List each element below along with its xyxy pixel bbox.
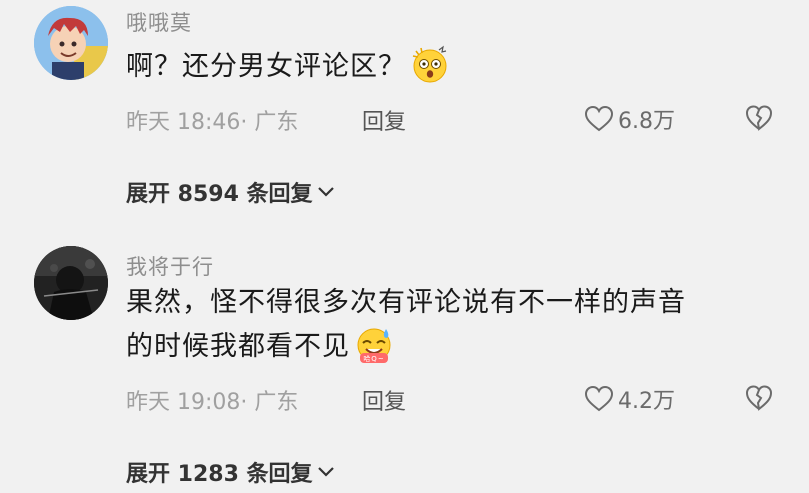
- heart-icon: [584, 105, 614, 132]
- sweat-smile-emoji-icon: 哈Q~: [354, 325, 394, 365]
- comment-text-content: 啊？还分男女评论区？: [126, 51, 406, 82]
- broken-heart-icon: [745, 385, 773, 411]
- dislike-button[interactable]: [745, 105, 773, 135]
- comment-text-line: 的时候我都看不见 哈Q~: [126, 325, 686, 369]
- avatar[interactable]: [34, 6, 108, 80]
- reply-button[interactable]: 回复: [362, 104, 406, 136]
- comment-item: 我将于行 果然，怪不得很多次有评论说有不一样的声音 的时候我都看不见 哈Q~ 昨…: [0, 240, 809, 493]
- dark-figure-avatar-icon: [34, 246, 108, 320]
- username[interactable]: 哦哦莫: [126, 7, 192, 37]
- emoji-badge-text: 哈Q~: [363, 354, 384, 363]
- reply-button[interactable]: 回复: [362, 384, 406, 416]
- time-location: 昨天 19:08· 广东: [126, 390, 299, 415]
- like-button[interactable]: 4.2万: [584, 383, 675, 415]
- avatar[interactable]: [34, 246, 108, 320]
- comment-text-line: 果然，怪不得很多次有评论说有不一样的声音: [126, 287, 686, 318]
- comment-item: 哦哦莫 啊？还分男女评论区？ 昨天 18:46· 广东 回复 6.8万 展开 8…: [0, 0, 809, 240]
- comment-text: 果然，怪不得很多次有评论说有不一样的声音 的时候我都看不见 哈Q~: [126, 281, 686, 369]
- dislike-button[interactable]: [745, 385, 773, 415]
- time-location: 昨天 18:46· 广东: [126, 110, 299, 135]
- like-button[interactable]: 6.8万: [584, 103, 675, 135]
- expand-replies-label: 展开 1283 条回复: [126, 462, 313, 487]
- like-count: 4.2万: [618, 389, 675, 414]
- chevron-down-icon: [317, 187, 334, 197]
- shocked-face-emoji-icon: [410, 45, 450, 85]
- expand-replies-button[interactable]: 展开 8594 条回复: [126, 176, 335, 208]
- anime-character-avatar-icon: [34, 6, 108, 80]
- chevron-down-icon: [317, 467, 334, 477]
- expand-replies-button[interactable]: 展开 1283 条回复: [126, 456, 335, 488]
- comment-text: 啊？还分男女评论区？: [126, 45, 686, 89]
- comment-text-content: 的时候我都看不见: [126, 331, 350, 362]
- like-count: 6.8万: [618, 109, 675, 134]
- heart-icon: [584, 385, 614, 412]
- expand-replies-label: 展开 8594 条回复: [126, 182, 313, 207]
- username[interactable]: 我将于行: [126, 251, 214, 281]
- broken-heart-icon: [745, 105, 773, 131]
